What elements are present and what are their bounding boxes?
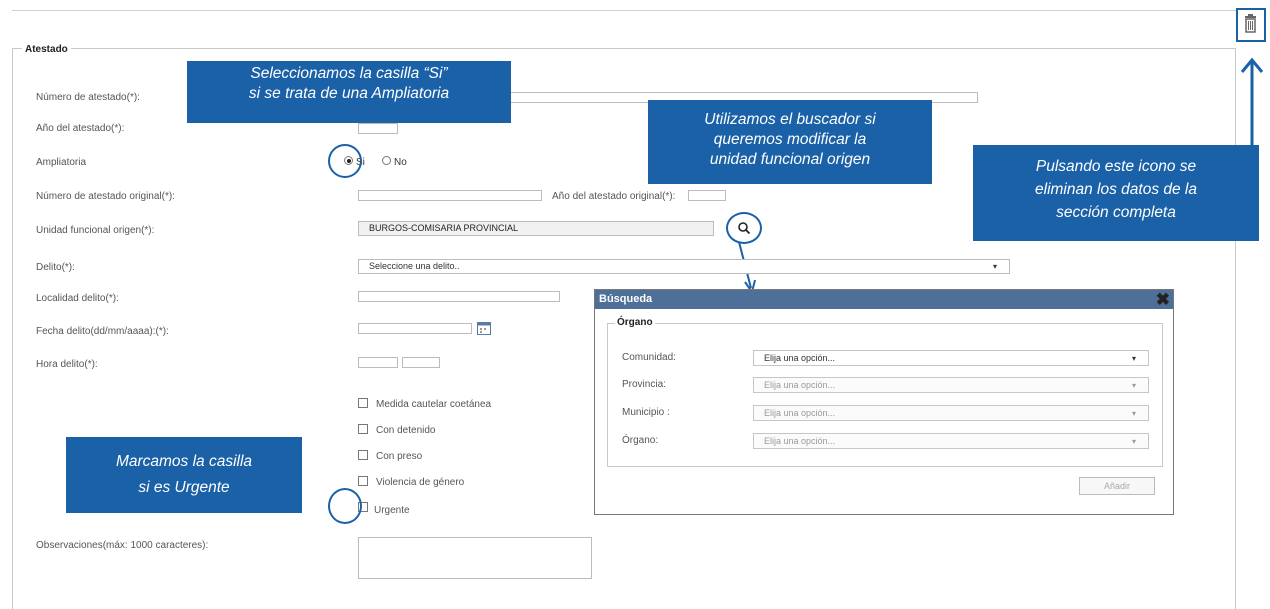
numero-original-input[interactable] xyxy=(358,190,542,201)
chevron-down-icon: ▾ xyxy=(1131,381,1136,390)
violencia-genero-checkbox[interactable] xyxy=(358,476,368,486)
municipio-select[interactable]: Elija una opción... ▾ xyxy=(753,405,1149,421)
callout-papelera-line2: eliminan los datos de la xyxy=(1035,181,1197,198)
fecha-label: Fecha delito(dd/mm/aaaa):(*): xyxy=(36,326,169,337)
close-button[interactable]: ✖ xyxy=(1156,290,1170,309)
numero-atestado-label: Número de atestado(*): xyxy=(36,92,140,103)
calendar-button[interactable] xyxy=(477,322,491,335)
callout-papelera-line3: sección completa xyxy=(1056,204,1176,221)
localidad-input[interactable] xyxy=(358,291,560,302)
medida-cautelar-label: Medida cautelar coetánea xyxy=(376,399,492,410)
ampliatoria-no-label: No xyxy=(394,157,407,168)
comunidad-select-value: Elija una opción... xyxy=(764,353,836,363)
chevron-down-icon: ▾ xyxy=(992,262,997,271)
numero-original-label: Número de atestado original(*): xyxy=(36,191,175,202)
callout-ampliatoria-line1: Seleccionamos la casilla “Si” xyxy=(250,65,448,82)
observaciones-label: Observaciones(máx: 1000 caracteres): xyxy=(36,540,209,551)
delete-section-button[interactable] xyxy=(1236,8,1266,42)
callout-buscador-line1: Utilizamos el buscador si xyxy=(704,111,876,128)
callout-buscador: Utilizamos el buscador si queremos modif… xyxy=(648,100,932,184)
highlight-circle-ampliatoria xyxy=(328,144,362,178)
localidad-label: Localidad delito(*): xyxy=(36,293,119,304)
callout-ampliatoria-line2: si se trata de una Ampliatoria xyxy=(248,85,450,102)
minuto-input[interactable] xyxy=(402,357,440,368)
chevron-down-icon: ▾ xyxy=(1131,437,1136,446)
ampliatoria-label: Ampliatoria xyxy=(36,157,87,168)
comunidad-select[interactable]: Elija una opción... ▾ xyxy=(753,350,1149,366)
con-preso-checkbox[interactable] xyxy=(358,450,368,460)
callout-ampliatoria: Seleccionamos la casilla “Si” si se trat… xyxy=(187,61,511,123)
delito-label: Delito(*): xyxy=(36,262,75,273)
callout-papelera: Pulsando este icono se eliminan los dato… xyxy=(973,145,1259,241)
section-title: Atestado xyxy=(22,44,71,55)
observaciones-textarea[interactable] xyxy=(358,537,592,579)
hora-input[interactable] xyxy=(358,357,398,368)
callout-urgente: Marcamos la casilla si es Urgente xyxy=(66,437,302,513)
hora-label: Hora delito(*): xyxy=(36,359,98,370)
anio-atestado-input[interactable] xyxy=(358,123,398,134)
callout-urgente-line2: si es Urgente xyxy=(138,479,230,496)
delito-select[interactable]: Seleccione una delito.. ▾ xyxy=(358,259,1010,274)
provincia-label: Provincia: xyxy=(622,379,666,390)
anio-original-input[interactable] xyxy=(688,190,726,201)
top-divider xyxy=(12,10,1238,11)
callout-papelera-line1: Pulsando este icono se xyxy=(1035,158,1197,175)
violencia-genero-label: Violencia de género xyxy=(376,477,465,488)
municipio-select-value: Elija una opción... xyxy=(764,408,836,418)
organo-select[interactable]: Elija una opción... ▾ xyxy=(753,433,1149,449)
search-icon xyxy=(738,222,751,235)
delito-select-value: Seleccione una delito.. xyxy=(369,261,460,271)
unidad-funcional-label: Unidad funcional origen(*): xyxy=(36,225,155,236)
callout-buscador-line2: queremos modificar la xyxy=(713,131,867,148)
highlight-circle-urgente xyxy=(328,488,362,524)
fecha-input[interactable] xyxy=(358,323,472,334)
chevron-down-icon: ▾ xyxy=(1131,409,1136,418)
con-preso-label: Con preso xyxy=(376,451,423,462)
calendar-icon xyxy=(477,322,491,335)
callout-buscador-line3: unidad funcional origen xyxy=(709,151,871,168)
organo-select-value: Elija una opción... xyxy=(764,436,836,446)
organo-label: Órgano: xyxy=(622,435,659,446)
anio-original-label: Año del atestado original(*): xyxy=(552,191,676,202)
provincia-select-value: Elija una opción... xyxy=(764,380,836,390)
urgente-label: Urgente xyxy=(374,505,410,516)
trash-icon xyxy=(1245,14,1256,33)
chevron-down-icon: ▾ xyxy=(1131,354,1136,363)
medida-cautelar-checkbox[interactable] xyxy=(358,398,368,408)
organo-group-title: Órgano xyxy=(615,317,655,328)
unidad-funcional-input[interactable]: BURGOS-COMISARIA PROVINCIAL xyxy=(358,221,714,236)
callout-urgente-line1: Marcamos la casilla xyxy=(115,453,253,470)
provincia-select[interactable]: Elija una opción... ▾ xyxy=(753,377,1149,393)
municipio-label: Municipio : xyxy=(622,407,670,418)
comunidad-label: Comunidad: xyxy=(622,352,676,363)
ampliatoria-no-radio[interactable] xyxy=(382,156,391,165)
con-detenido-checkbox[interactable] xyxy=(358,424,368,434)
close-icon: ✖ xyxy=(1155,290,1170,309)
dialog-title: Búsqueda xyxy=(595,290,1173,309)
search-dialog: Búsqueda ✖ Órgano Comunidad: Elija una o… xyxy=(594,289,1174,515)
con-detenido-label: Con detenido xyxy=(376,425,436,436)
add-button[interactable]: Añadir xyxy=(1079,477,1155,495)
anio-atestado-label: Año del atestado(*): xyxy=(36,123,125,134)
